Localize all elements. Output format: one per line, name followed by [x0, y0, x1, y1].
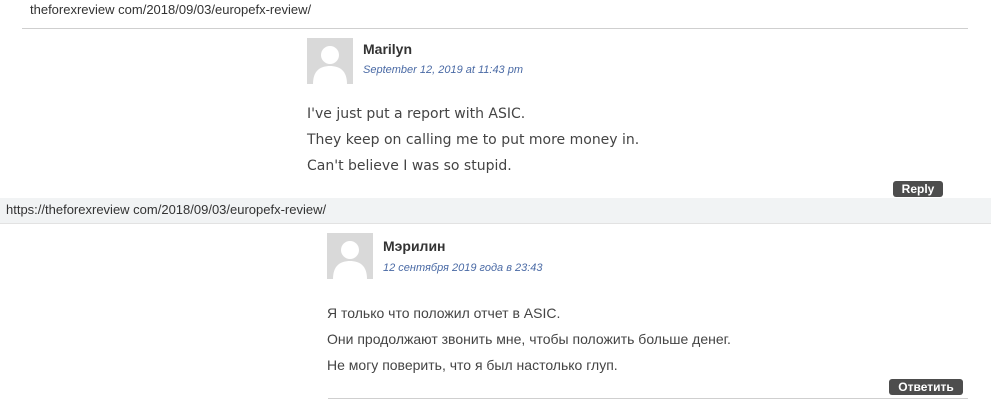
reply-button[interactable]: Reply	[893, 181, 943, 197]
url-bar: https://theforexreview com/2018/09/03/eu…	[0, 198, 991, 224]
source-url: theforexreview com/2018/09/03/europefx-r…	[30, 2, 312, 17]
divider	[22, 28, 968, 29]
comment-author[interactable]: Мэрилин	[383, 238, 446, 254]
comment-text-line: Не могу поверить, что я был настолько гл…	[327, 357, 618, 373]
comment-date[interactable]: September 12, 2019 at 11:43 pm	[363, 64, 523, 76]
divider	[328, 398, 968, 399]
reply-button[interactable]: Ответить	[889, 379, 963, 395]
comment-text-line: Они продолжают звонить мне, чтобы положи…	[327, 331, 731, 347]
avatar-icon[interactable]	[327, 233, 373, 279]
comment-date[interactable]: 12 сентября 2019 года в 23:43	[383, 262, 543, 274]
comment-text-line: Я только что положил отчет в ASIC.	[327, 305, 561, 321]
comment-text-line: I've just put a report with ASIC.	[307, 106, 526, 122]
avatar-icon[interactable]	[307, 38, 353, 84]
url-text: https://theforexreview com/2018/09/03/eu…	[6, 202, 327, 217]
comment-text-line: Can't believe I was so stupid.	[307, 158, 512, 174]
comment-text-line: They keep on calling me to put more mone…	[307, 132, 640, 148]
comment-author[interactable]: Marilyn	[363, 41, 412, 57]
